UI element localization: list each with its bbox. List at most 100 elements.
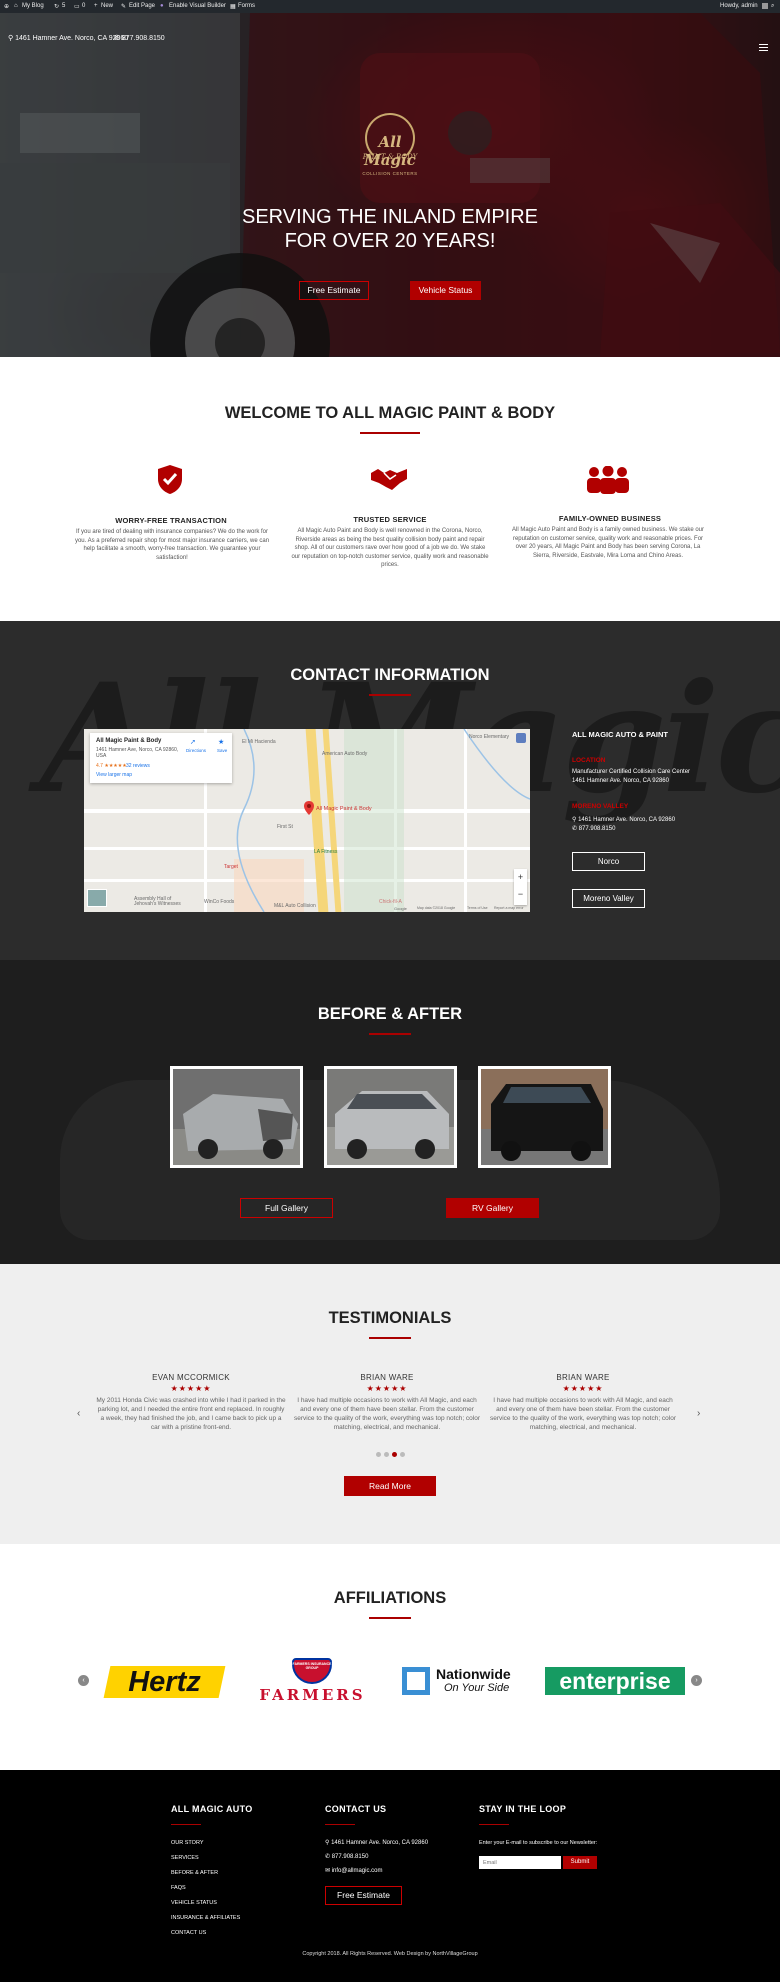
newsletter-email-input[interactable] bbox=[479, 1856, 561, 1869]
before-image-2[interactable] bbox=[478, 1066, 611, 1168]
feature-text-family: All Magic Auto Paint and Body is a famil… bbox=[512, 527, 704, 559]
hertz-logo[interactable]: Hertz bbox=[102, 1658, 227, 1704]
wordpress-icon[interactable]: ⊕ bbox=[4, 3, 9, 10]
before-image-1[interactable] bbox=[170, 1066, 303, 1168]
map-label-first-st: First St bbox=[277, 824, 293, 830]
save-link[interactable]: Save bbox=[217, 748, 227, 753]
feature-title-family: FAMILY-OWNED BUSINESS bbox=[558, 514, 662, 523]
map-pin-icon[interactable] bbox=[304, 801, 314, 815]
before-after-divider bbox=[369, 1033, 411, 1035]
admin-bar-greeting[interactable]: Howdy, admin bbox=[720, 3, 758, 9]
admin-bar-updates[interactable]: 5 bbox=[62, 3, 65, 9]
map-card-larger-link[interactable]: View larger map bbox=[96, 772, 132, 778]
admin-bar-builder[interactable]: Enable Visual Builder bbox=[169, 3, 226, 9]
footer-link-services[interactable]: SERVICES bbox=[171, 1855, 199, 1861]
rv-gallery-button[interactable]: RV Gallery bbox=[446, 1198, 539, 1218]
admin-bar-edit[interactable]: Edit Page bbox=[129, 3, 155, 9]
directions-icon[interactable]: ➚ bbox=[190, 738, 196, 746]
carousel-dot[interactable] bbox=[384, 1452, 389, 1457]
vehicle-status-button[interactable]: Vehicle Status bbox=[410, 281, 481, 300]
logo[interactable]: All Magic PAINT & BODY COLLISION CENTERS bbox=[355, 113, 425, 181]
envelope-icon: ✉ bbox=[325, 1868, 331, 1874]
footer-phone-text: 877.908.8150 bbox=[331, 1854, 369, 1860]
carousel-dot[interactable] bbox=[376, 1452, 381, 1457]
welcome-title: WELCOME TO ALL MAGIC PAINT & BODY bbox=[224, 404, 556, 422]
phone-icon: ✆ bbox=[325, 1854, 331, 1860]
read-more-button[interactable]: Read More bbox=[344, 1476, 436, 1496]
carousel-dot[interactable] bbox=[400, 1452, 405, 1457]
contact-phone[interactable]: ✆ 877.908.8150 bbox=[572, 825, 615, 832]
footer-link-contact[interactable]: CONTACT US bbox=[171, 1930, 206, 1936]
zoom-out-button[interactable]: − bbox=[514, 885, 527, 903]
pencil-icon: ✎ bbox=[121, 4, 127, 10]
map-card-rating: 4.7 ★★★★★ bbox=[96, 763, 127, 769]
testimonials-section: TESTIMONIALS ‹ › EVAN MCCORMICK ★★★★★ My… bbox=[0, 1264, 780, 1544]
affiliations-next-arrow[interactable]: › bbox=[691, 1675, 702, 1686]
full-gallery-button[interactable]: Full Gallery bbox=[240, 1198, 333, 1218]
testimonial-name: EVAN MCCORMICK bbox=[152, 1373, 230, 1382]
footer-free-estimate-button[interactable]: Free Estimate bbox=[325, 1886, 402, 1905]
admin-bar-comments[interactable]: 0 bbox=[82, 3, 85, 9]
nationwide-logo[interactable]: Nationwide On Your Side bbox=[400, 1658, 525, 1704]
hero-phone[interactable]: ✆ 877.908.8150 bbox=[114, 34, 165, 42]
google-map[interactable]: All Magic Paint & Body 1461 Hamner Ave, … bbox=[84, 729, 530, 912]
testimonial-prev-arrow[interactable]: ‹ bbox=[77, 1408, 80, 1419]
footer-col2-divider bbox=[325, 1824, 355, 1825]
testimonial-text: I have had multiple occasions to work wi… bbox=[489, 1397, 677, 1431]
admin-bar-site[interactable]: My Blog bbox=[22, 3, 44, 9]
moreno-valley-button[interactable]: Moreno Valley bbox=[572, 889, 645, 908]
map-report-link[interactable]: Report a map error bbox=[494, 906, 524, 910]
contact-title: CONTACT INFORMATION bbox=[290, 666, 490, 684]
footer-phone[interactable]: ✆ 877.908.8150 bbox=[325, 1853, 368, 1860]
affiliations-prev-arrow[interactable]: ‹ bbox=[78, 1675, 89, 1686]
street-view-icon[interactable] bbox=[516, 733, 526, 743]
carousel-dot-active[interactable] bbox=[392, 1452, 397, 1457]
directions-link[interactable]: Directions bbox=[186, 748, 206, 753]
map-label-american-auto: American Auto Body bbox=[322, 751, 368, 757]
free-estimate-button[interactable]: Free Estimate bbox=[299, 281, 369, 300]
hero-address-text: 1461 Hamner Ave. Norco, CA 92860 bbox=[15, 35, 129, 42]
map-label-hacienda: El Mi Hacienda bbox=[242, 739, 276, 745]
map-label-la-fitness: LA Fitness bbox=[314, 849, 338, 855]
family-group-icon bbox=[587, 466, 629, 494]
farmers-logo[interactable]: FARMERS INSURANCE GROUP FARMERS bbox=[255, 1658, 370, 1704]
footer-email[interactable]: ✉ info@allmagic.com bbox=[325, 1867, 382, 1874]
search-icon[interactable]: ⌕ bbox=[771, 3, 774, 10]
home-icon: ⌂ bbox=[14, 3, 18, 9]
testimonial-name: BRIAN WARE bbox=[360, 1373, 414, 1382]
footer-link-faqs[interactable]: FAQS bbox=[171, 1885, 186, 1891]
footer-link-before-after[interactable]: BEFORE & AFTER bbox=[171, 1870, 218, 1876]
phone-icon: ✆ bbox=[572, 826, 578, 832]
nationwide-wordmark: Nationwide bbox=[436, 1666, 511, 1682]
map-card-reviews[interactable]: 32 reviews bbox=[126, 763, 150, 769]
map-label-chick-fil-a: Chick-fil-A bbox=[379, 899, 402, 905]
footer-col1-divider bbox=[171, 1824, 201, 1825]
testimonial-stars: ★★★★★ bbox=[562, 1384, 604, 1393]
footer-link-our-story[interactable]: OUR STORY bbox=[171, 1840, 204, 1846]
admin-bar-forms[interactable]: Forms bbox=[238, 3, 255, 9]
zoom-in-button[interactable]: + bbox=[514, 869, 527, 885]
save-star-icon[interactable]: ★ bbox=[218, 738, 224, 746]
map-marker-icon: ⚲ bbox=[8, 35, 14, 42]
testimonial-name: BRIAN WARE bbox=[556, 1373, 610, 1382]
footer-link-vehicle-status[interactable]: VEHICLE STATUS bbox=[171, 1900, 217, 1906]
forms-icon: ▦ bbox=[230, 4, 236, 10]
testimonial-next-arrow[interactable]: › bbox=[697, 1408, 700, 1419]
feature-text-worry-free: If you are tired of dealing with insuran… bbox=[74, 529, 270, 561]
map-terms-link[interactable]: Terms of Use bbox=[467, 906, 488, 910]
footer-link-insurance[interactable]: INSURANCE & AFFILIATES bbox=[171, 1915, 240, 1921]
after-image-1[interactable] bbox=[324, 1066, 457, 1168]
satellite-thumbnail[interactable] bbox=[87, 889, 107, 907]
feature-text-trusted: All Magic Auto Paint and Body is well re… bbox=[291, 528, 489, 568]
contact-moreno-label: MORENO VALLEY bbox=[572, 803, 629, 810]
contact-location-line2: 1461 Hamner Ave. Norco, CA 92860 bbox=[572, 778, 669, 784]
newsletter-submit-button[interactable]: Submit bbox=[563, 1856, 597, 1869]
testimonials-title: TESTIMONIALS bbox=[328, 1309, 452, 1327]
admin-bar-new[interactable]: New bbox=[101, 3, 113, 9]
contact-address: ⚲ 1461 Hamner Ave. Norco, CA 92860 bbox=[572, 816, 675, 823]
norco-button[interactable]: Norco bbox=[572, 852, 645, 871]
enterprise-logo[interactable]: enterprise bbox=[545, 1658, 685, 1704]
footer-address: ⚲ 1461 Hamner Ave. Norco, CA 92860 bbox=[325, 1839, 428, 1846]
affiliations-divider bbox=[369, 1617, 411, 1619]
hamburger-menu-icon[interactable] bbox=[759, 44, 768, 51]
